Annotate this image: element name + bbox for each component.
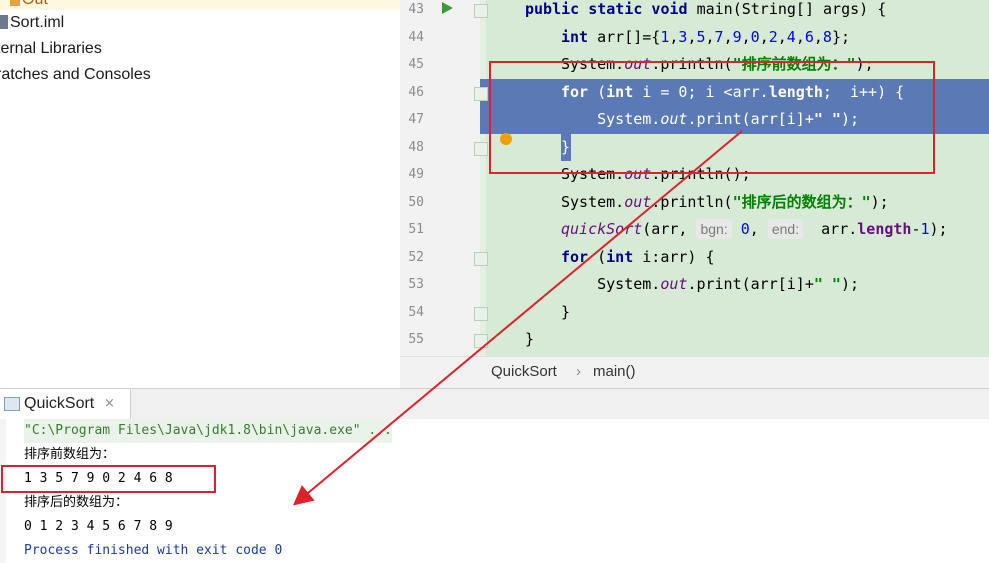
code-token: 5 [696,27,706,46]
code-token: .println( [651,192,733,211]
code-token: ); [840,275,860,293]
code-token: quickSort [561,220,643,238]
command-line[interactable]: "C:\Program Files\Java\jdk1.8\bin\java.e… [24,419,392,443]
code-token: " " [813,275,841,293]
tab-quicksort[interactable]: QuickSort × [0,389,131,419]
parameter-hint: end: [767,219,804,239]
code-token: 8 [822,27,832,46]
code-token: public static void [525,0,697,18]
folder-icon [10,0,20,6]
breadcrumb-method[interactable]: main() [593,363,636,380]
console-output-line: 排序后的数组为： [24,495,129,510]
code-token: } [525,330,535,348]
code-token: .print(arr[i]+ [687,275,814,293]
parameter-hint: bgn: [696,219,732,239]
line-number: 45 [408,57,424,72]
exit-code-line: Process finished with exit code 0 [24,543,283,558]
code-token: ( [597,247,607,266]
fold-marker-icon[interactable] [474,251,488,266]
code-token: 0 [750,27,760,46]
project-tree-panel: Out Sort.iml ternal Libraries ratches an… [0,0,401,387]
code-token: System. [561,192,625,211]
console-icon [4,397,20,411]
line-number: 54 [408,304,424,320]
run-tool-window-tabs: QuickSort × [0,388,989,420]
code-token: out [660,275,688,293]
line-number: 47 [408,112,424,127]
fold-marker-icon[interactable] [474,306,488,321]
code-token: 1 [920,220,930,238]
code-line[interactable]: System.out.print(arr[i]+" "); [480,271,989,299]
close-icon[interactable]: × [104,396,115,411]
tree-item-external-libraries[interactable]: ternal Libraries [0,37,102,61]
line-number: 49 [408,167,424,182]
code-token: out [624,192,652,211]
fold-marker-icon[interactable] [474,141,488,156]
console-output-line: 0 1 2 3 4 5 6 7 8 9 [24,519,173,534]
code-token: , [759,27,769,46]
code-token: , [795,27,805,46]
code-token: int [606,247,643,266]
code-line[interactable]: public static void main(String[] args) { [480,0,989,24]
code-token: 2 [768,27,778,46]
code-token: 0 [731,220,750,238]
code-token: length [857,220,912,238]
code-token: 7 [714,27,724,46]
code-line[interactable]: int arr[]={1,3,5,7,9,0,2,4,6,8}; [480,24,989,52]
code-token: }; [831,27,850,46]
line-number: 44 [408,29,424,45]
code-token: , [777,27,787,46]
code-token: 6 [804,27,814,46]
console-output-line: 排序前数组为： [24,447,116,462]
line-number: 50 [408,194,424,210]
breadcrumb-separator: › [576,363,581,380]
code-token: main(String[] args) { [696,0,887,18]
module-file-icon [0,15,8,29]
code-token: 9 [732,27,742,46]
code-token: , [705,27,715,46]
code-token: i:arr) { [642,247,715,266]
code-token: , [749,220,768,238]
line-number: 48 [408,139,424,155]
code-token: - [911,220,921,238]
line-number: 55 [408,332,424,347]
code-line[interactable]: for (int i:arr) { [480,244,989,272]
breadcrumb-class[interactable]: QuickSort [491,363,557,380]
code-line[interactable]: } [480,299,989,327]
code-editor[interactable]: public static void main(String[] args) {… [400,0,989,356]
code-token: ); [929,220,948,238]
code-line[interactable]: } [480,326,989,354]
code-token: ); [870,192,889,211]
code-token: , [723,27,733,46]
tree-selected-row [0,0,400,10]
code-token: , [741,27,751,46]
annotation-box-output [1,465,216,493]
code-token: "排序后的数组为：" [732,192,871,211]
line-number: 46 [408,84,424,100]
code-token: (arr, [642,220,697,238]
code-token: System. [561,275,661,293]
annotation-box-loop [489,61,935,174]
code-token: } [561,302,571,321]
tree-item-scratches-consoles[interactable]: ratches and Consoles [0,63,151,87]
fold-marker-icon[interactable] [474,334,488,348]
code-token: , [813,27,823,46]
breadcrumb: QuickSort › main() [400,356,989,388]
line-number: 43 [408,2,424,17]
code-token: 4 [786,27,796,46]
run-icon[interactable] [440,1,454,15]
fold-marker-icon[interactable] [474,4,488,18]
code-token: arr[]={ [597,27,661,46]
code-area[interactable]: public static void main(String[] args) {… [480,0,989,356]
line-number: 52 [408,249,424,265]
code-line[interactable]: quickSort(arr, bgn: 0, end: arr.length-1… [480,216,989,244]
line-number: 51 [408,222,424,237]
code-line[interactable]: System.out.println("排序后的数组为："); [480,189,989,217]
tree-item-sort-iml[interactable]: Sort.iml [0,11,64,35]
code-token: int [561,27,598,46]
code-token: arr. [803,220,858,238]
code-token: for [561,247,598,266]
line-number: 53 [408,277,424,292]
fold-marker-icon[interactable] [474,86,488,101]
